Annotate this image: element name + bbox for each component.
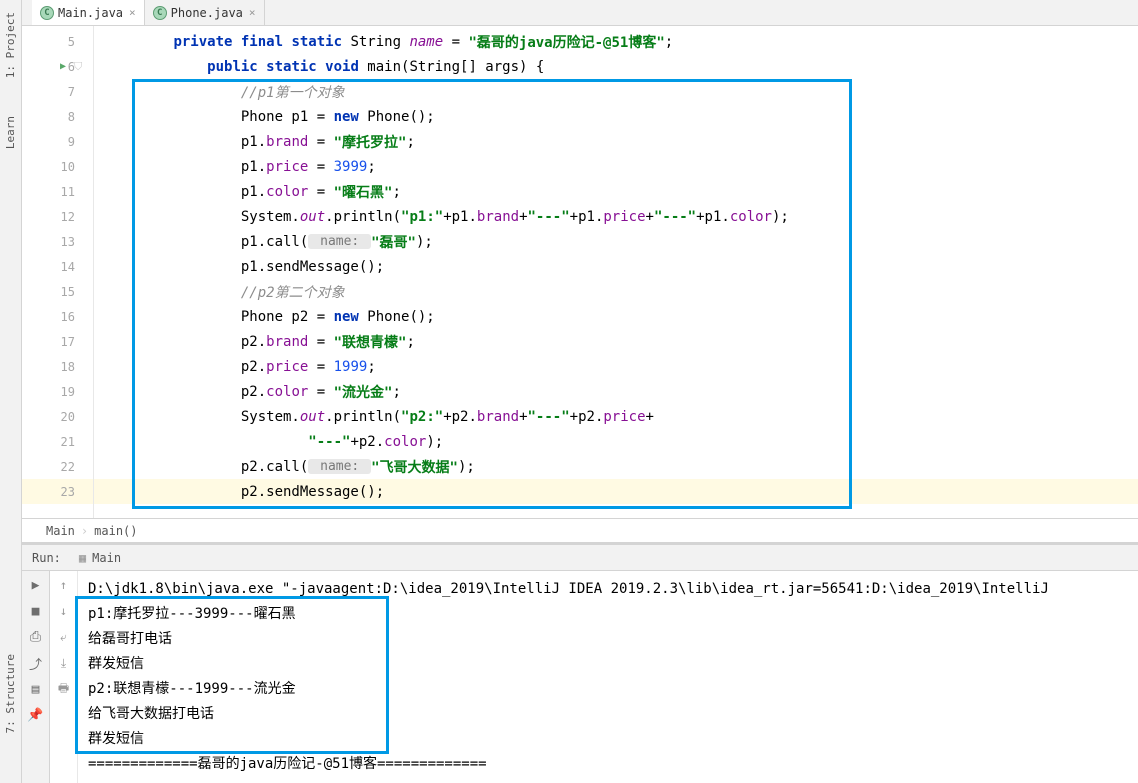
line-number[interactable]: 10: [22, 154, 93, 179]
code-line: p1.price = 3999;: [94, 154, 1138, 179]
tab-main-java[interactable]: C Main.java ×: [32, 0, 145, 25]
tool-project[interactable]: 1: Project: [4, 12, 17, 78]
line-number[interactable]: 7: [22, 79, 93, 104]
console-output[interactable]: D:\jdk1.8\bin\java.exe "-javaagent:D:\id…: [78, 571, 1138, 783]
code-line: Phone p1 = new Phone();: [94, 104, 1138, 129]
code-line: p2.sendMessage();: [94, 479, 1138, 504]
code-line: private final static String name = "磊哥的j…: [94, 29, 1138, 54]
soft-wrap-icon[interactable]: ⤶: [56, 629, 72, 645]
code-line: p1.sendMessage();: [94, 254, 1138, 279]
console-line: 给磊哥打电话: [88, 627, 1128, 652]
run-label: Run:: [32, 551, 61, 565]
console-line: 群发短信: [88, 727, 1128, 752]
console-line: =============磊哥的java历险记-@51博客===========…: [88, 752, 1128, 777]
down-icon[interactable]: ↓: [56, 603, 72, 619]
line-number[interactable]: 9: [22, 129, 93, 154]
code-line: p2.color = "流光金";: [94, 379, 1138, 404]
left-toolbar: 1: Project Learn 7: Structure: [0, 0, 22, 783]
java-class-icon: C: [153, 6, 167, 20]
line-number[interactable]: 12: [22, 204, 93, 229]
print-icon[interactable]: 🖶: [56, 681, 72, 697]
layout-icon[interactable]: ▤: [28, 681, 44, 697]
editor[interactable]: 56▶⛉7891011121314151617181920212223 priv…: [22, 26, 1138, 518]
line-number[interactable]: 19: [22, 379, 93, 404]
line-number[interactable]: 17: [22, 329, 93, 354]
code-line: p2.price = 1999;: [94, 354, 1138, 379]
line-number[interactable]: 20: [22, 404, 93, 429]
line-gutter: 56▶⛉7891011121314151617181920212223: [22, 26, 94, 518]
editor-tabs: C Main.java × C Phone.java ×: [22, 0, 1138, 26]
run-toolbar-primary: ▶ ■ ⎙ ⤴ ▤ 📌: [22, 571, 50, 783]
line-number[interactable]: 21: [22, 429, 93, 454]
code-line: System.out.println("p2:"+p2.brand+"---"+…: [94, 404, 1138, 429]
run-toolbar-secondary: ↑ ↓ ⤶ ⤓ 🖶: [50, 571, 78, 783]
code-line: System.out.println("p1:"+p1.brand+"---"+…: [94, 204, 1138, 229]
stop-icon[interactable]: ■: [28, 603, 44, 619]
code-line: p1.brand = "摩托罗拉";: [94, 129, 1138, 154]
line-number[interactable]: 13: [22, 229, 93, 254]
console-line: 群发短信: [88, 652, 1128, 677]
java-class-icon: C: [40, 6, 54, 20]
dump-icon[interactable]: ⎙: [28, 629, 44, 645]
line-number[interactable]: 5: [22, 29, 93, 54]
code-area[interactable]: private final static String name = "磊哥的j…: [94, 26, 1138, 518]
code-line: p2.call( name: "飞哥大数据");: [94, 454, 1138, 479]
code-line: p2.brand = "联想青檬";: [94, 329, 1138, 354]
console-line: D:\jdk1.8\bin\java.exe "-javaagent:D:\id…: [88, 577, 1128, 602]
code-line: p1.call( name: "磊哥");: [94, 229, 1138, 254]
up-icon[interactable]: ↑: [56, 577, 72, 593]
console-line: p2:联想青檬---1999---流光金: [88, 677, 1128, 702]
line-number[interactable]: 8: [22, 104, 93, 129]
rerun-icon[interactable]: ▶: [28, 577, 44, 593]
line-number[interactable]: 16: [22, 304, 93, 329]
line-number[interactable]: 11: [22, 179, 93, 204]
line-number[interactable]: 23: [22, 479, 93, 504]
line-number[interactable]: 18: [22, 354, 93, 379]
code-line: Phone p2 = new Phone();: [94, 304, 1138, 329]
line-number[interactable]: 15: [22, 279, 93, 304]
console-line: 给飞哥大数据打电话: [88, 702, 1128, 727]
scroll-end-icon[interactable]: ⤓: [56, 655, 72, 671]
line-number[interactable]: 14: [22, 254, 93, 279]
run-tool-window: Run: ▦ Main ▶ ■ ⎙ ⤴ ▤ 📌 ↑ ↓ ⤶ ⤓: [22, 542, 1138, 783]
close-icon[interactable]: ×: [129, 6, 136, 19]
line-number[interactable]: 22: [22, 454, 93, 479]
code-line: public static void main(String[] args) {: [94, 54, 1138, 79]
tab-phone-java[interactable]: C Phone.java ×: [145, 0, 265, 25]
run-config-name[interactable]: Main: [92, 551, 121, 565]
console-line: p1:摩托罗拉---3999---曜石黑: [88, 602, 1128, 627]
pin-icon[interactable]: 📌: [28, 707, 44, 723]
run-line-icon[interactable]: ▶: [60, 61, 66, 72]
code-line: p1.color = "曜石黑";: [94, 179, 1138, 204]
code-line: "---"+p2.color);: [94, 429, 1138, 454]
run-config-icon: ▦: [79, 551, 86, 565]
tool-learn[interactable]: Learn: [4, 116, 17, 149]
tool-structure[interactable]: 7: Structure: [4, 654, 17, 733]
close-icon[interactable]: ×: [249, 6, 256, 19]
line-number[interactable]: 6▶⛉: [22, 54, 93, 79]
code-line: //p1第一个对象: [94, 79, 1138, 104]
breadcrumb[interactable]: Main › main(): [22, 518, 1138, 542]
exit-icon[interactable]: ⤴: [28, 655, 44, 671]
shield-icon: ⛉: [74, 60, 82, 74]
chevron-right-icon: ›: [81, 524, 88, 538]
code-line: //p2第二个对象: [94, 279, 1138, 304]
